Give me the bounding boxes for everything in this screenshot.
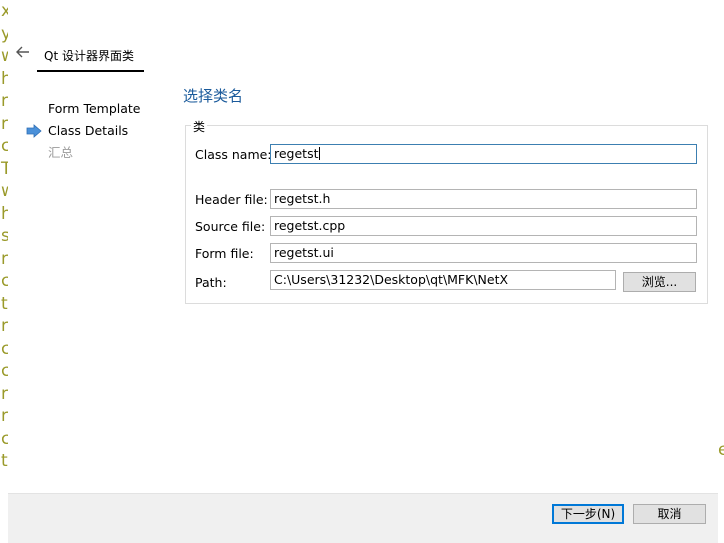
background-right-edge: e — [718, 0, 724, 543]
step-form-template: Form Template — [24, 100, 141, 122]
group-title: 类 — [191, 118, 208, 135]
step-label: Class Details — [48, 123, 129, 138]
step-class-details: Class Details — [24, 122, 141, 144]
path-input[interactable]: C:\Users\31232\Desktop\qt\MFK\NetX — [270, 270, 616, 290]
new-class-wizard: Qt 设计器界面类 Form Template Class Details 汇总… — [8, 0, 718, 537]
background-letter: x — [1, 1, 8, 21]
step-label: Form Template — [48, 101, 141, 116]
current-step-arrow-icon — [26, 124, 42, 138]
background-letter: r — [1, 113, 8, 134]
next-button[interactable]: 下一步(N) — [552, 504, 624, 524]
header-file-input[interactable]: regetst.h — [270, 189, 697, 209]
background-letter: w — [1, 181, 8, 201]
cancel-button[interactable]: 取消 — [633, 504, 706, 524]
background-letter: y — [1, 23, 8, 44]
background-letter: r — [1, 316, 8, 336]
wizard-title: Qt 设计器界面类 — [44, 49, 134, 63]
background-letter: c — [1, 136, 8, 156]
background-letter: h — [1, 68, 8, 89]
background-editor-edge: xywhrrcTwhsrctrccrrct — [0, 0, 8, 543]
background-letter: s — [1, 226, 8, 246]
back-arrow-icon[interactable] — [14, 44, 32, 62]
background-letter: r — [1, 91, 8, 111]
background-letter: w — [1, 46, 8, 66]
background-letter: T — [1, 158, 8, 179]
background-letter: r — [1, 383, 8, 404]
background-right-letter: e — [718, 440, 724, 460]
background-letter: t — [1, 293, 8, 314]
background-letter: h — [1, 203, 8, 224]
step-summary: 汇总 — [24, 144, 141, 166]
background-letter: c — [1, 361, 8, 381]
class-name-input[interactable]: regetst — [270, 144, 697, 164]
wizard-steps: Form Template Class Details 汇总 — [24, 100, 141, 166]
class-name-value: regetst — [274, 146, 319, 161]
browse-button[interactable]: 浏览... — [623, 272, 696, 292]
class-name-label: Class name: — [195, 147, 272, 162]
form-file-input[interactable]: regetst.ui — [270, 243, 697, 263]
source-file-input[interactable]: regetst.cpp — [270, 216, 697, 236]
path-label: Path: — [195, 275, 227, 290]
header-file-label: Header file: — [195, 192, 268, 207]
background-letter: r — [1, 248, 8, 269]
source-file-label: Source file: — [195, 219, 266, 234]
background-letter: t — [1, 451, 8, 471]
wizard-footer: 下一步(N) 取消 — [8, 493, 718, 537]
title-underline — [37, 70, 144, 72]
background-letter: c — [1, 338, 8, 359]
form-file-label: Form file: — [195, 246, 254, 261]
background-letter: c — [1, 428, 8, 449]
page-heading: 选择类名 — [183, 87, 244, 105]
background-letter: r — [1, 406, 8, 426]
text-caret — [318, 147, 320, 160]
step-label: 汇总 — [48, 145, 74, 160]
background-letter: c — [1, 271, 8, 291]
